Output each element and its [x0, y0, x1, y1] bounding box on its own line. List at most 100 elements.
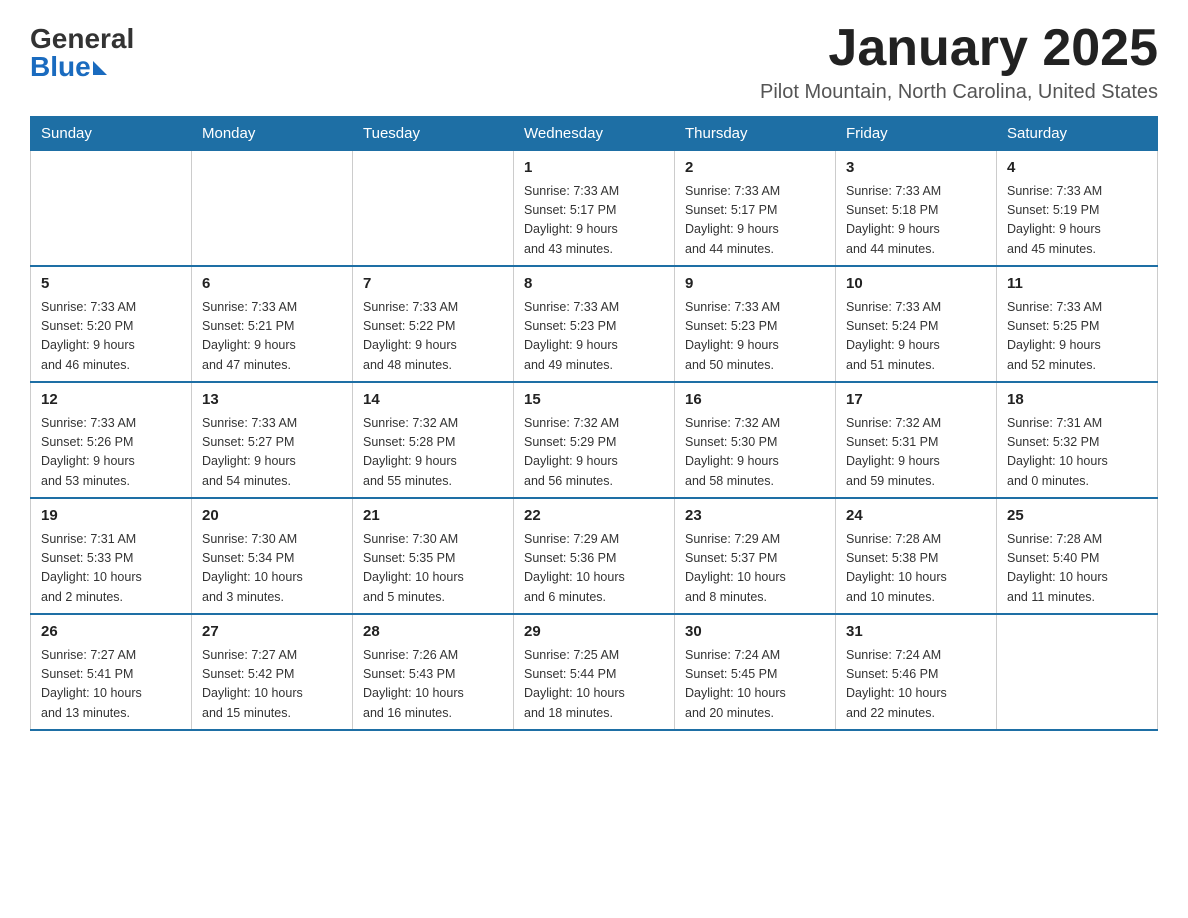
day-info: Sunrise: 7:29 AM Sunset: 5:36 PM Dayligh… — [524, 530, 664, 608]
day-info: Sunrise: 7:33 AM Sunset: 5:24 PM Dayligh… — [846, 298, 986, 376]
calendar-cell: 7Sunrise: 7:33 AM Sunset: 5:22 PM Daylig… — [353, 266, 514, 382]
calendar-cell: 4Sunrise: 7:33 AM Sunset: 5:19 PM Daylig… — [997, 151, 1158, 267]
calendar-cell — [31, 151, 192, 267]
page-header: General Blue January 2025 Pilot Mountain… — [30, 20, 1158, 104]
calendar-cell: 18Sunrise: 7:31 AM Sunset: 5:32 PM Dayli… — [997, 382, 1158, 498]
calendar-cell: 12Sunrise: 7:33 AM Sunset: 5:26 PM Dayli… — [31, 382, 192, 498]
day-number: 15 — [524, 389, 664, 412]
day-number: 19 — [41, 505, 181, 528]
day-info: Sunrise: 7:32 AM Sunset: 5:28 PM Dayligh… — [363, 414, 503, 492]
header-sunday: Sunday — [31, 117, 192, 151]
day-number: 8 — [524, 273, 664, 296]
calendar-cell: 17Sunrise: 7:32 AM Sunset: 5:31 PM Dayli… — [836, 382, 997, 498]
day-number: 21 — [363, 505, 503, 528]
day-number: 25 — [1007, 505, 1147, 528]
calendar-cell: 14Sunrise: 7:32 AM Sunset: 5:28 PM Dayli… — [353, 382, 514, 498]
day-number: 30 — [685, 621, 825, 644]
header-monday: Monday — [192, 117, 353, 151]
day-number: 2 — [685, 157, 825, 180]
day-number: 26 — [41, 621, 181, 644]
day-info: Sunrise: 7:28 AM Sunset: 5:38 PM Dayligh… — [846, 530, 986, 608]
calendar-cell: 24Sunrise: 7:28 AM Sunset: 5:38 PM Dayli… — [836, 498, 997, 614]
day-number: 16 — [685, 389, 825, 412]
calendar-week-row: 12Sunrise: 7:33 AM Sunset: 5:26 PM Dayli… — [31, 382, 1158, 498]
calendar-cell: 31Sunrise: 7:24 AM Sunset: 5:46 PM Dayli… — [836, 614, 997, 730]
calendar-cell: 9Sunrise: 7:33 AM Sunset: 5:23 PM Daylig… — [675, 266, 836, 382]
day-info: Sunrise: 7:28 AM Sunset: 5:40 PM Dayligh… — [1007, 530, 1147, 608]
calendar-cell: 11Sunrise: 7:33 AM Sunset: 5:25 PM Dayli… — [997, 266, 1158, 382]
day-number: 31 — [846, 621, 986, 644]
logo-triangle-icon — [93, 61, 107, 75]
logo: General Blue — [30, 20, 134, 81]
day-info: Sunrise: 7:27 AM Sunset: 5:41 PM Dayligh… — [41, 646, 181, 724]
calendar-cell: 21Sunrise: 7:30 AM Sunset: 5:35 PM Dayli… — [353, 498, 514, 614]
day-info: Sunrise: 7:33 AM Sunset: 5:19 PM Dayligh… — [1007, 182, 1147, 260]
day-number: 17 — [846, 389, 986, 412]
calendar-cell: 26Sunrise: 7:27 AM Sunset: 5:41 PM Dayli… — [31, 614, 192, 730]
day-info: Sunrise: 7:26 AM Sunset: 5:43 PM Dayligh… — [363, 646, 503, 724]
calendar-cell: 8Sunrise: 7:33 AM Sunset: 5:23 PM Daylig… — [514, 266, 675, 382]
day-number: 18 — [1007, 389, 1147, 412]
day-info: Sunrise: 7:33 AM Sunset: 5:23 PM Dayligh… — [685, 298, 825, 376]
calendar-cell: 6Sunrise: 7:33 AM Sunset: 5:21 PM Daylig… — [192, 266, 353, 382]
calendar-cell: 22Sunrise: 7:29 AM Sunset: 5:36 PM Dayli… — [514, 498, 675, 614]
day-number: 9 — [685, 273, 825, 296]
calendar-cell: 2Sunrise: 7:33 AM Sunset: 5:17 PM Daylig… — [675, 151, 836, 267]
calendar-cell — [192, 151, 353, 267]
calendar-week-row: 26Sunrise: 7:27 AM Sunset: 5:41 PM Dayli… — [31, 614, 1158, 730]
day-info: Sunrise: 7:33 AM Sunset: 5:23 PM Dayligh… — [524, 298, 664, 376]
calendar-week-row: 5Sunrise: 7:33 AM Sunset: 5:20 PM Daylig… — [31, 266, 1158, 382]
day-number: 23 — [685, 505, 825, 528]
day-info: Sunrise: 7:32 AM Sunset: 5:31 PM Dayligh… — [846, 414, 986, 492]
calendar-cell: 20Sunrise: 7:30 AM Sunset: 5:34 PM Dayli… — [192, 498, 353, 614]
calendar-cell: 28Sunrise: 7:26 AM Sunset: 5:43 PM Dayli… — [353, 614, 514, 730]
day-info: Sunrise: 7:24 AM Sunset: 5:46 PM Dayligh… — [846, 646, 986, 724]
header-saturday: Saturday — [997, 117, 1158, 151]
day-info: Sunrise: 7:33 AM Sunset: 5:22 PM Dayligh… — [363, 298, 503, 376]
day-number: 1 — [524, 157, 664, 180]
logo-blue-text: Blue — [30, 53, 91, 81]
calendar-cell: 27Sunrise: 7:27 AM Sunset: 5:42 PM Dayli… — [192, 614, 353, 730]
header-wednesday: Wednesday — [514, 117, 675, 151]
header-friday: Friday — [836, 117, 997, 151]
calendar-cell: 16Sunrise: 7:32 AM Sunset: 5:30 PM Dayli… — [675, 382, 836, 498]
day-info: Sunrise: 7:33 AM Sunset: 5:17 PM Dayligh… — [685, 182, 825, 260]
day-info: Sunrise: 7:33 AM Sunset: 5:18 PM Dayligh… — [846, 182, 986, 260]
day-number: 24 — [846, 505, 986, 528]
day-number: 29 — [524, 621, 664, 644]
day-number: 27 — [202, 621, 342, 644]
calendar-cell: 5Sunrise: 7:33 AM Sunset: 5:20 PM Daylig… — [31, 266, 192, 382]
calendar-cell: 19Sunrise: 7:31 AM Sunset: 5:33 PM Dayli… — [31, 498, 192, 614]
header-thursday: Thursday — [675, 117, 836, 151]
logo-general-text: General — [30, 25, 134, 53]
calendar-cell: 10Sunrise: 7:33 AM Sunset: 5:24 PM Dayli… — [836, 266, 997, 382]
day-number: 6 — [202, 273, 342, 296]
day-info: Sunrise: 7:27 AM Sunset: 5:42 PM Dayligh… — [202, 646, 342, 724]
day-number: 20 — [202, 505, 342, 528]
day-info: Sunrise: 7:24 AM Sunset: 5:45 PM Dayligh… — [685, 646, 825, 724]
calendar-week-row: 19Sunrise: 7:31 AM Sunset: 5:33 PM Dayli… — [31, 498, 1158, 614]
day-info: Sunrise: 7:33 AM Sunset: 5:17 PM Dayligh… — [524, 182, 664, 260]
day-number: 7 — [363, 273, 503, 296]
day-number: 12 — [41, 389, 181, 412]
title-area: January 2025 Pilot Mountain, North Carol… — [760, 20, 1158, 104]
day-number: 10 — [846, 273, 986, 296]
calendar-table: SundayMondayTuesdayWednesdayThursdayFrid… — [30, 116, 1158, 731]
day-info: Sunrise: 7:29 AM Sunset: 5:37 PM Dayligh… — [685, 530, 825, 608]
day-number: 14 — [363, 389, 503, 412]
day-info: Sunrise: 7:30 AM Sunset: 5:35 PM Dayligh… — [363, 530, 503, 608]
calendar-cell: 29Sunrise: 7:25 AM Sunset: 5:44 PM Dayli… — [514, 614, 675, 730]
day-number: 13 — [202, 389, 342, 412]
calendar-header-row: SundayMondayTuesdayWednesdayThursdayFrid… — [31, 117, 1158, 151]
calendar-cell: 1Sunrise: 7:33 AM Sunset: 5:17 PM Daylig… — [514, 151, 675, 267]
page-title: January 2025 — [760, 20, 1158, 77]
calendar-week-row: 1Sunrise: 7:33 AM Sunset: 5:17 PM Daylig… — [31, 151, 1158, 267]
calendar-cell: 15Sunrise: 7:32 AM Sunset: 5:29 PM Dayli… — [514, 382, 675, 498]
day-info: Sunrise: 7:31 AM Sunset: 5:32 PM Dayligh… — [1007, 414, 1147, 492]
day-number: 11 — [1007, 273, 1147, 296]
day-info: Sunrise: 7:33 AM Sunset: 5:20 PM Dayligh… — [41, 298, 181, 376]
day-info: Sunrise: 7:32 AM Sunset: 5:30 PM Dayligh… — [685, 414, 825, 492]
day-info: Sunrise: 7:31 AM Sunset: 5:33 PM Dayligh… — [41, 530, 181, 608]
day-info: Sunrise: 7:32 AM Sunset: 5:29 PM Dayligh… — [524, 414, 664, 492]
day-info: Sunrise: 7:33 AM Sunset: 5:26 PM Dayligh… — [41, 414, 181, 492]
